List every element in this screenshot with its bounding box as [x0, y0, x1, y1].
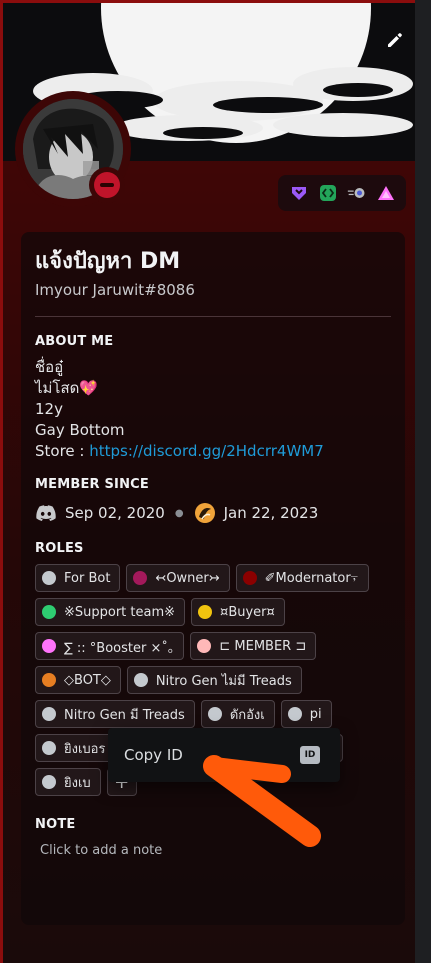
- dnd-status-indicator: [89, 167, 125, 203]
- role-color-dot[interactable]: [42, 707, 56, 721]
- about-me-title: ABOUT ME: [35, 334, 114, 349]
- banner-cloud-shadow: [323, 83, 393, 97]
- role-color-dot[interactable]: [242, 571, 257, 585]
- separator-dot: ●: [174, 507, 184, 519]
- role-chip[interactable]: ※Support team※: [35, 598, 186, 626]
- role-label: Nitro Gen ไม่มี Treads: [155, 673, 292, 689]
- about-line: Gay Bottom: [35, 421, 125, 439]
- store-invite-link[interactable]: https://discord.gg/2Hdcrr4WM7: [89, 442, 324, 460]
- member-since-row: Sep 02, 2020 ● Jan 22, 2023: [35, 500, 391, 526]
- nitro-boost-badge-icon[interactable]: [347, 183, 367, 203]
- role-chip[interactable]: Nitro Gen มี Treads: [35, 700, 195, 728]
- role-label: ⊏ MEMBER ⊐: [219, 638, 307, 654]
- server-join-date: Jan 22, 2023: [223, 504, 319, 522]
- role-label: Nitro Gen มี Treads: [64, 707, 185, 723]
- username[interactable]: Imyour Jaruwit#8086: [35, 280, 391, 300]
- role-chip[interactable]: ดักอังเ: [200, 700, 275, 728]
- pencil-icon: [388, 33, 402, 47]
- role-chip[interactable]: ¤Buyer¤: [191, 598, 285, 626]
- role-label: pi: [309, 706, 322, 722]
- copy-id-menu-item[interactable]: Copy ID: [124, 746, 183, 764]
- server-icon: [194, 502, 216, 524]
- about-line: ชื่ออู๋: [35, 358, 64, 376]
- role-color-dot[interactable]: [42, 639, 56, 653]
- role-color-dot[interactable]: [42, 775, 56, 789]
- role-chip[interactable]: ⊏ MEMBER ⊐: [190, 632, 317, 660]
- role-chip[interactable]: ∑ :: °Booster ×˚｡: [35, 632, 185, 660]
- banner-cloud: [273, 113, 413, 137]
- banner-cloud-shadow: [163, 127, 243, 139]
- edit-profile-button[interactable]: [380, 25, 410, 55]
- about-line: 12y: [35, 400, 63, 418]
- store-label: Store :: [35, 442, 90, 460]
- role-color-dot[interactable]: [287, 707, 302, 721]
- member-since-title: MEMBER SINCE: [35, 477, 149, 492]
- banner-cloud-shadow: [213, 97, 323, 113]
- hypesquad-badge-icon[interactable]: [289, 183, 309, 203]
- role-label: ◇BOT◇: [64, 672, 111, 688]
- discord-join-date: Sep 02, 2020: [65, 504, 165, 522]
- about-me-section: ABOUT ME ชื่ออู๋ ไม่โสด💖 12y Gay Bottom …: [35, 333, 391, 462]
- role-label: ¤Buyer¤: [220, 604, 275, 620]
- role-chip[interactable]: ยิงเบ: [35, 768, 101, 796]
- role-label: ยิงเบ: [64, 775, 91, 791]
- roles-title: ROLES: [35, 541, 84, 556]
- role-chip[interactable]: Nitro Gen ไม่มี Treads: [126, 666, 302, 694]
- role-label: ดักอังเ: [229, 707, 265, 723]
- role-chip[interactable]: ✐Modernator⍪: [235, 564, 369, 592]
- role-label: ↢Owner↣: [155, 570, 220, 586]
- member-since-section: MEMBER SINCE Sep 02, 2020 ● Jan 22, 2023: [35, 476, 391, 526]
- role-color-dot[interactable]: [133, 571, 148, 585]
- role-color-dot[interactable]: [207, 707, 222, 721]
- discord-logo-icon: [35, 502, 57, 524]
- role-label: ∑ :: °Booster ×˚｡: [64, 640, 175, 656]
- role-label: ※Support team※: [64, 604, 176, 620]
- role-chip[interactable]: ↢Owner↣: [126, 564, 230, 592]
- scrollbar-track[interactable]: [415, 0, 431, 963]
- server-booster-badge-icon[interactable]: [376, 183, 396, 203]
- divider: [35, 316, 391, 317]
- role-color-dot[interactable]: [42, 605, 56, 619]
- role-color-dot[interactable]: [42, 571, 56, 585]
- store-line: Store : https://discord.gg/2Hdcrr4WM7: [35, 441, 391, 462]
- role-label: ✐Modernator⍪: [264, 570, 359, 586]
- sparkling-heart-icon: 💖: [79, 379, 99, 397]
- role-chip[interactable]: For Bot: [35, 564, 121, 592]
- role-label: For Bot: [64, 570, 111, 586]
- role-color-dot[interactable]: [197, 639, 212, 653]
- role-color-dot[interactable]: [42, 673, 56, 687]
- role-color-dot[interactable]: [133, 673, 148, 687]
- active-developer-badge-icon[interactable]: [318, 183, 338, 203]
- display-name: แจ้งปัญหา DM: [35, 249, 181, 274]
- role-color-dot[interactable]: [198, 605, 213, 619]
- role-color-dot[interactable]: [42, 741, 56, 755]
- profile-badges: [278, 175, 406, 211]
- orange-arrow-annotation: [203, 755, 321, 847]
- dnd-status-icon: [94, 172, 120, 198]
- about-line-with-heart: ไม่โสด💖: [35, 378, 391, 399]
- about-me-text: ชื่ออู๋ ไม่โสด💖 12y Gay Bottom Store : h…: [35, 357, 391, 462]
- role-chip[interactable]: ◇BOT◇: [35, 666, 121, 694]
- role-chip[interactable]: pi: [280, 700, 332, 728]
- about-line: ไม่โสด: [35, 379, 80, 397]
